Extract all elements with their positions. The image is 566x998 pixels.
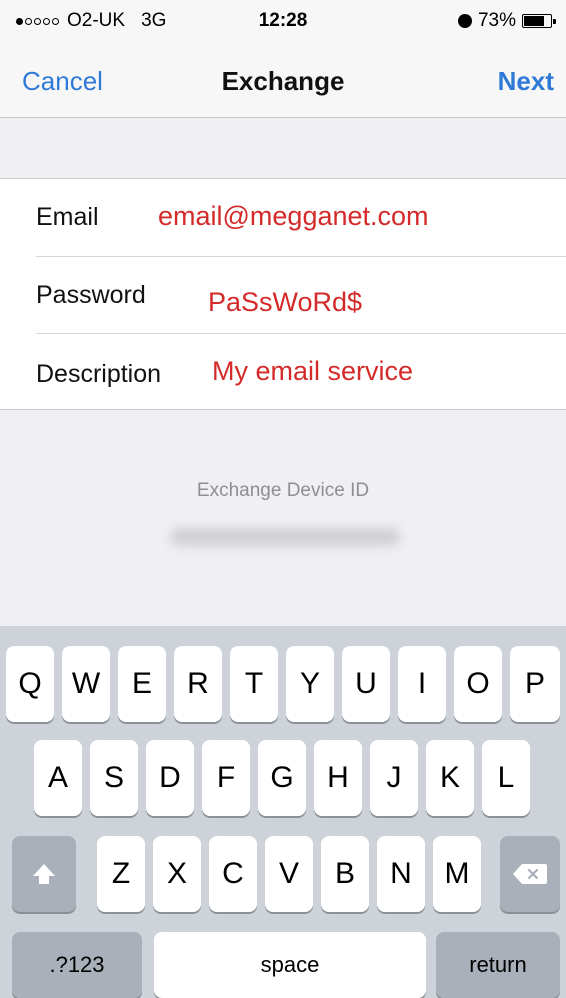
numbers-key[interactable]: .?123 — [12, 932, 142, 998]
key-c[interactable]: C — [209, 836, 257, 912]
key-z[interactable]: Z — [97, 836, 145, 912]
key-x[interactable]: X — [153, 836, 201, 912]
shift-icon — [33, 864, 55, 884]
key-m[interactable]: M — [433, 836, 481, 912]
key-d[interactable]: D — [146, 740, 194, 816]
key-v[interactable]: V — [265, 836, 313, 912]
device-id-redacted — [170, 528, 400, 546]
password-field[interactable]: PaSsWoRd$ — [208, 287, 362, 318]
next-button[interactable]: Next — [498, 66, 554, 97]
status-bar: O2-UK 3G 12:28 73% — [0, 0, 566, 44]
key-s[interactable]: S — [90, 740, 138, 816]
navigation-bar: Cancel Exchange Next — [0, 44, 566, 118]
key-t[interactable]: T — [230, 646, 278, 722]
key-b[interactable]: B — [321, 836, 369, 912]
key-h[interactable]: H — [314, 740, 362, 816]
key-q[interactable]: Q — [6, 646, 54, 722]
key-f[interactable]: F — [202, 740, 250, 816]
delete-key[interactable] — [500, 836, 560, 912]
password-row[interactable]: Password PaSsWoRd$ — [0, 257, 566, 334]
description-label: Description — [36, 360, 162, 388]
account-form: Email email@megganet.com Password PaSsWo… — [0, 178, 566, 410]
key-y[interactable]: Y — [286, 646, 334, 722]
battery-percent: 73% — [477, 10, 516, 31]
email-field[interactable]: email@megganet.com — [158, 201, 429, 232]
battery-icon — [522, 14, 556, 28]
password-label: Password — [36, 281, 146, 309]
device-id-label: Exchange Device ID — [196, 480, 370, 501]
key-j[interactable]: J — [370, 740, 418, 816]
shift-key[interactable] — [12, 836, 76, 912]
key-o[interactable]: O — [454, 646, 502, 722]
key-p[interactable]: P — [510, 646, 560, 722]
status-right: 73% — [457, 10, 556, 32]
key-k[interactable]: K — [426, 740, 474, 816]
email-label: Email — [36, 203, 99, 231]
email-row[interactable]: Email email@megganet.com — [0, 179, 566, 256]
key-g[interactable]: G — [258, 740, 306, 816]
delete-icon — [513, 864, 547, 884]
key-u[interactable]: U — [342, 646, 390, 722]
key-w[interactable]: W — [62, 646, 110, 722]
key-n[interactable]: N — [377, 836, 425, 912]
space-key[interactable]: space — [154, 932, 426, 998]
key-i[interactable]: I — [398, 646, 446, 722]
key-a[interactable]: A — [34, 740, 82, 816]
description-field[interactable]: My email service — [212, 356, 413, 387]
key-r[interactable]: R — [174, 646, 222, 722]
page-title: Exchange — [221, 66, 345, 96]
return-key[interactable]: return — [436, 932, 560, 998]
keyboard: Q W E R T Y U I O P A S D F G H J K L Z … — [0, 626, 566, 998]
key-e[interactable]: E — [118, 646, 166, 722]
key-l[interactable]: L — [482, 740, 530, 816]
description-row[interactable]: Description My email service — [0, 334, 566, 411]
alarm-icon — [457, 14, 472, 28]
